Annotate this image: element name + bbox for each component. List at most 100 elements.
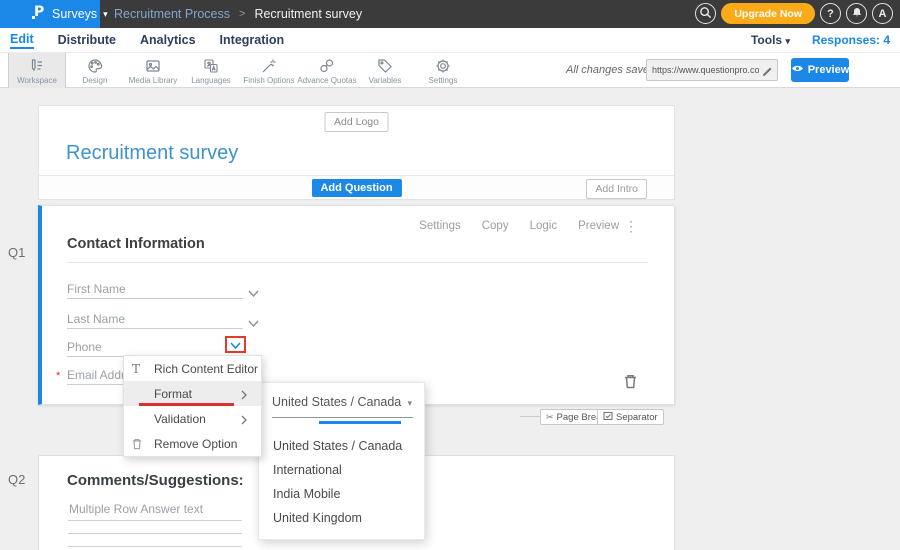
tab-edit[interactable]: Edit: [10, 32, 34, 49]
primary-nav: Edit Distribute Analytics Integration To…: [0, 28, 900, 52]
nav-right: Tools ▾ Responses: 4: [751, 28, 890, 52]
chain-links-icon: [318, 57, 336, 75]
question-settings-link[interactable]: Settings: [419, 220, 461, 232]
chevron-down-icon: ▾: [407, 398, 412, 409]
toolbar-item-languages[interactable]: Languages: [182, 53, 240, 88]
toolbar-item-media-library[interactable]: Media Library: [124, 53, 182, 88]
magic-wand-icon: [260, 57, 278, 75]
question2-number: Q2: [8, 472, 25, 487]
select-focus-indicator: [319, 421, 401, 424]
questionpro-logo-icon: P: [32, 3, 46, 25]
format-option-india-mobile[interactable]: India Mobile: [273, 487, 340, 501]
responses-link[interactable]: Responses: 4: [812, 33, 890, 47]
eye-icon: [791, 64, 804, 76]
answer-line[interactable]: [68, 533, 242, 534]
breadcrumb: Recruitment Process > Recruitment survey: [114, 7, 362, 21]
add-question-button[interactable]: Add Question: [311, 179, 401, 197]
add-question-row: Add Question Add Intro: [39, 175, 674, 199]
product-switcher[interactable]: P Surveys ▾: [0, 0, 100, 28]
required-marker: *: [56, 370, 60, 382]
tab-analytics[interactable]: Analytics: [140, 33, 196, 48]
image-icon: [144, 57, 162, 75]
save-status: All changes saved: [566, 64, 655, 76]
annotation-red-box: [225, 336, 246, 353]
bell-icon: [851, 6, 863, 22]
notifications-button[interactable]: [846, 3, 867, 24]
question1-number: Q1: [8, 245, 25, 260]
question1-title[interactable]: Contact Information: [67, 236, 205, 252]
breadcrumb-current: Recruitment survey: [254, 7, 362, 21]
phone-format-submenu: United States / Canada ▾ United States /…: [258, 382, 425, 540]
translate-icon: [202, 57, 220, 75]
format-select[interactable]: United States / Canada ▾: [272, 395, 413, 418]
product-label: Surveys: [52, 7, 97, 21]
breadcrumb-folder[interactable]: Recruitment Process: [114, 7, 230, 21]
questionpro-survey-editor: P Surveys ▾ Recruitment Process > Recrui…: [0, 0, 900, 550]
topbar-actions: Upgrade Now ? A: [695, 3, 893, 24]
survey-title[interactable]: Recruitment survey: [66, 142, 238, 165]
gear-icon: [434, 57, 452, 75]
kebab-menu-icon[interactable]: ⋮: [624, 218, 638, 235]
search-button[interactable]: [695, 3, 716, 24]
menu-item-remove-option[interactable]: Remove Option: [124, 431, 261, 456]
palette-icon: [86, 57, 104, 75]
menu-item-rich-content-editor[interactable]: T Rich Content Editor: [124, 356, 261, 381]
question1-title-underline: [67, 262, 648, 263]
tag-icon: [376, 57, 394, 75]
trash-icon: [132, 438, 154, 450]
field-last-name[interactable]: Last Name: [67, 312, 243, 329]
search-icon: [699, 6, 712, 22]
upgrade-button[interactable]: Upgrade Now: [721, 3, 815, 24]
question-actions: Settings Copy Logic Preview: [419, 220, 619, 232]
share-url-field[interactable]: https://www.questionpro.com/t/APNrFZ: [646, 59, 778, 81]
scissors-icon: ✂: [546, 412, 554, 423]
workspace-icon: [28, 57, 46, 75]
question-copy-link[interactable]: Copy: [482, 220, 509, 232]
tab-integration[interactable]: Integration: [220, 33, 285, 48]
tools-menu[interactable]: Tools ▾: [751, 33, 790, 47]
answer-line[interactable]: [68, 546, 242, 547]
annotation-red-underline: [139, 403, 234, 406]
question-logic-link[interactable]: Logic: [530, 220, 558, 232]
help-button[interactable]: ?: [820, 3, 841, 24]
submenu-chevron-right-icon: [241, 389, 247, 403]
text-format-icon: T: [132, 362, 154, 376]
chevron-down-icon: ▾: [103, 9, 108, 20]
topbar: P Surveys ▾ Recruitment Process > Recrui…: [0, 0, 900, 28]
breadcrumb-separator: >: [239, 8, 245, 20]
answer-line[interactable]: [68, 520, 242, 521]
toolbar-items: Workspace Design Media Library Languages…: [8, 53, 472, 88]
separator-icon: [603, 411, 613, 424]
format-option-us-canada[interactable]: United States / Canada: [273, 439, 402, 453]
toolbar-item-finish-options[interactable]: Finish Options: [240, 53, 298, 88]
separator-button[interactable]: Separator: [597, 409, 664, 425]
toolbar-item-advance-quotas[interactable]: Advance Quotas: [298, 53, 356, 88]
avatar[interactable]: A: [872, 3, 893, 24]
toolbar-item-settings[interactable]: Settings: [414, 53, 472, 88]
question2-title[interactable]: Comments/Suggestions:: [67, 472, 244, 489]
last-name-dropdown-chevron-icon[interactable]: [248, 314, 259, 332]
svg-text:P: P: [34, 4, 44, 20]
add-intro-button[interactable]: Add Intro: [586, 179, 647, 199]
toolbar-item-design[interactable]: Design: [66, 53, 124, 88]
format-option-united-kingdom[interactable]: United Kingdom: [273, 511, 362, 525]
toolbar-item-variables[interactable]: Variables: [356, 53, 414, 88]
edit-url-pencil-icon[interactable]: [761, 64, 773, 82]
format-option-international[interactable]: International: [273, 463, 342, 477]
menu-item-validation[interactable]: Validation: [124, 406, 261, 431]
survey-header-card: Add Logo Recruitment survey Add Question…: [38, 105, 675, 200]
question-preview-link[interactable]: Preview: [578, 220, 619, 232]
chevron-down-icon: ▾: [785, 36, 790, 46]
phone-dropdown-chevron-icon[interactable]: [230, 336, 241, 354]
field-first-name[interactable]: First Name: [67, 282, 243, 299]
preview-button[interactable]: Preview: [791, 58, 849, 82]
delete-question-trash-icon[interactable]: [624, 374, 637, 394]
submenu-chevron-right-icon: [241, 414, 247, 428]
option-context-menu: T Rich Content Editor Format Validation …: [123, 355, 262, 457]
share-url: https://www.questionpro.com/t/APNrFZ: [652, 65, 759, 75]
toolbar-item-workspace[interactable]: Workspace: [8, 53, 66, 88]
tab-distribute[interactable]: Distribute: [58, 33, 116, 48]
multirow-answer-placeholder[interactable]: Multiple Row Answer text: [69, 502, 203, 516]
add-logo-button[interactable]: Add Logo: [324, 112, 389, 132]
first-name-dropdown-chevron-icon[interactable]: [248, 284, 259, 302]
